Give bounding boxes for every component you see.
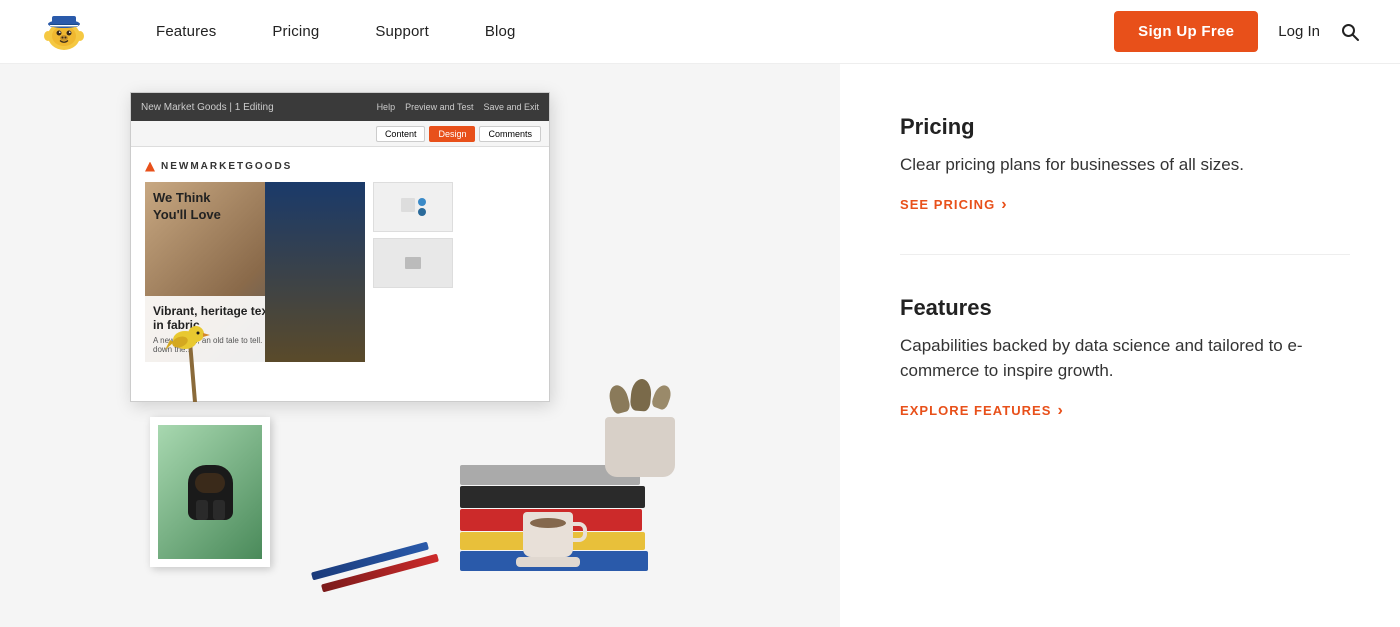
header: Features Pricing Support Blog Sign Up Fr…: [0, 0, 1400, 64]
mockup-topbar-title: New Market Goods | 1 Editing: [141, 102, 274, 113]
frame-inner: [158, 425, 262, 559]
mockup-topbar-right: Help Preview and Test Save and Exit: [377, 102, 539, 112]
mockup-headline: We ThinkYou'll Love: [153, 190, 365, 224]
book-2: [460, 486, 645, 508]
plant-leaves: [605, 385, 675, 413]
see-pricing-label: SEE PRICING: [900, 197, 995, 212]
mockup-help[interactable]: Help: [377, 102, 396, 112]
tab-comments[interactable]: Comments: [479, 126, 541, 142]
features-title: Features: [900, 295, 1350, 321]
pricing-arrow-icon: ›: [1001, 196, 1007, 214]
brand-logo-mini: [145, 162, 155, 172]
tab-content[interactable]: Content: [376, 126, 426, 142]
main-content: New Market Goods | 1 Editing Help Previe…: [0, 64, 1400, 627]
explore-features-label: EXPLORE FEATURES: [900, 403, 1051, 418]
login-link[interactable]: Log In: [1278, 23, 1320, 40]
pricing-title: Pricing: [900, 114, 1350, 140]
frame-decoration: [150, 417, 270, 567]
nav-blog[interactable]: Blog: [457, 23, 544, 40]
nav-pricing[interactable]: Pricing: [244, 23, 347, 40]
leaf-3: [650, 383, 673, 411]
cup-body: [523, 512, 573, 557]
hero-section: New Market Goods | 1 Editing Help Previe…: [0, 64, 840, 627]
search-button[interactable]: [1340, 22, 1360, 42]
mockup-save[interactable]: Save and Exit: [483, 102, 539, 112]
leaf-2: [630, 378, 653, 412]
pencils-decoration: [310, 557, 440, 577]
nav-support[interactable]: Support: [347, 23, 457, 40]
divider: [900, 254, 1350, 255]
see-pricing-link[interactable]: SEE PRICING ›: [900, 196, 1350, 214]
logo[interactable]: [40, 8, 88, 56]
brand-name: NEWMARKETGOODS: [161, 161, 292, 172]
mockup-topbar: New Market Goods | 1 Editing Help Previe…: [131, 93, 549, 121]
features-block: Features Capabilities backed by data sci…: [900, 295, 1350, 420]
mockup-sidebar: [373, 182, 453, 362]
mockup-toolbar: Content Design Comments: [131, 121, 549, 147]
mockup-brand: NEWMARKETGOODS: [145, 161, 535, 172]
search-icon: [1340, 22, 1360, 42]
explore-features-link[interactable]: EXPLORE FEATURES ›: [900, 402, 1350, 420]
bird-decoration: [160, 322, 230, 407]
mockup-preview[interactable]: Preview and Test: [405, 102, 473, 112]
nav-features[interactable]: Features: [128, 23, 244, 40]
leaf-1: [607, 383, 632, 415]
features-description: Capabilities backed by data science and …: [900, 333, 1350, 384]
succulent-decoration: [605, 385, 675, 477]
header-right: Sign Up Free Log In: [1114, 11, 1360, 52]
cup-handle: [573, 522, 587, 542]
main-nav: Features Pricing Support Blog: [128, 23, 1114, 40]
features-arrow-icon: ›: [1057, 402, 1063, 420]
pricing-description: Clear pricing plans for businesses of al…: [900, 152, 1350, 178]
right-panel: Pricing Clear pricing plans for business…: [840, 64, 1400, 627]
signup-button[interactable]: Sign Up Free: [1114, 11, 1258, 52]
cup-decoration: [523, 512, 580, 567]
pot-body: [605, 417, 675, 477]
pricing-block: Pricing Clear pricing plans for business…: [900, 114, 1350, 214]
cup-saucer: [516, 557, 580, 567]
sidebar-block-2: [373, 238, 453, 288]
sidebar-block-1: [373, 182, 453, 232]
tab-design[interactable]: Design: [429, 126, 475, 142]
